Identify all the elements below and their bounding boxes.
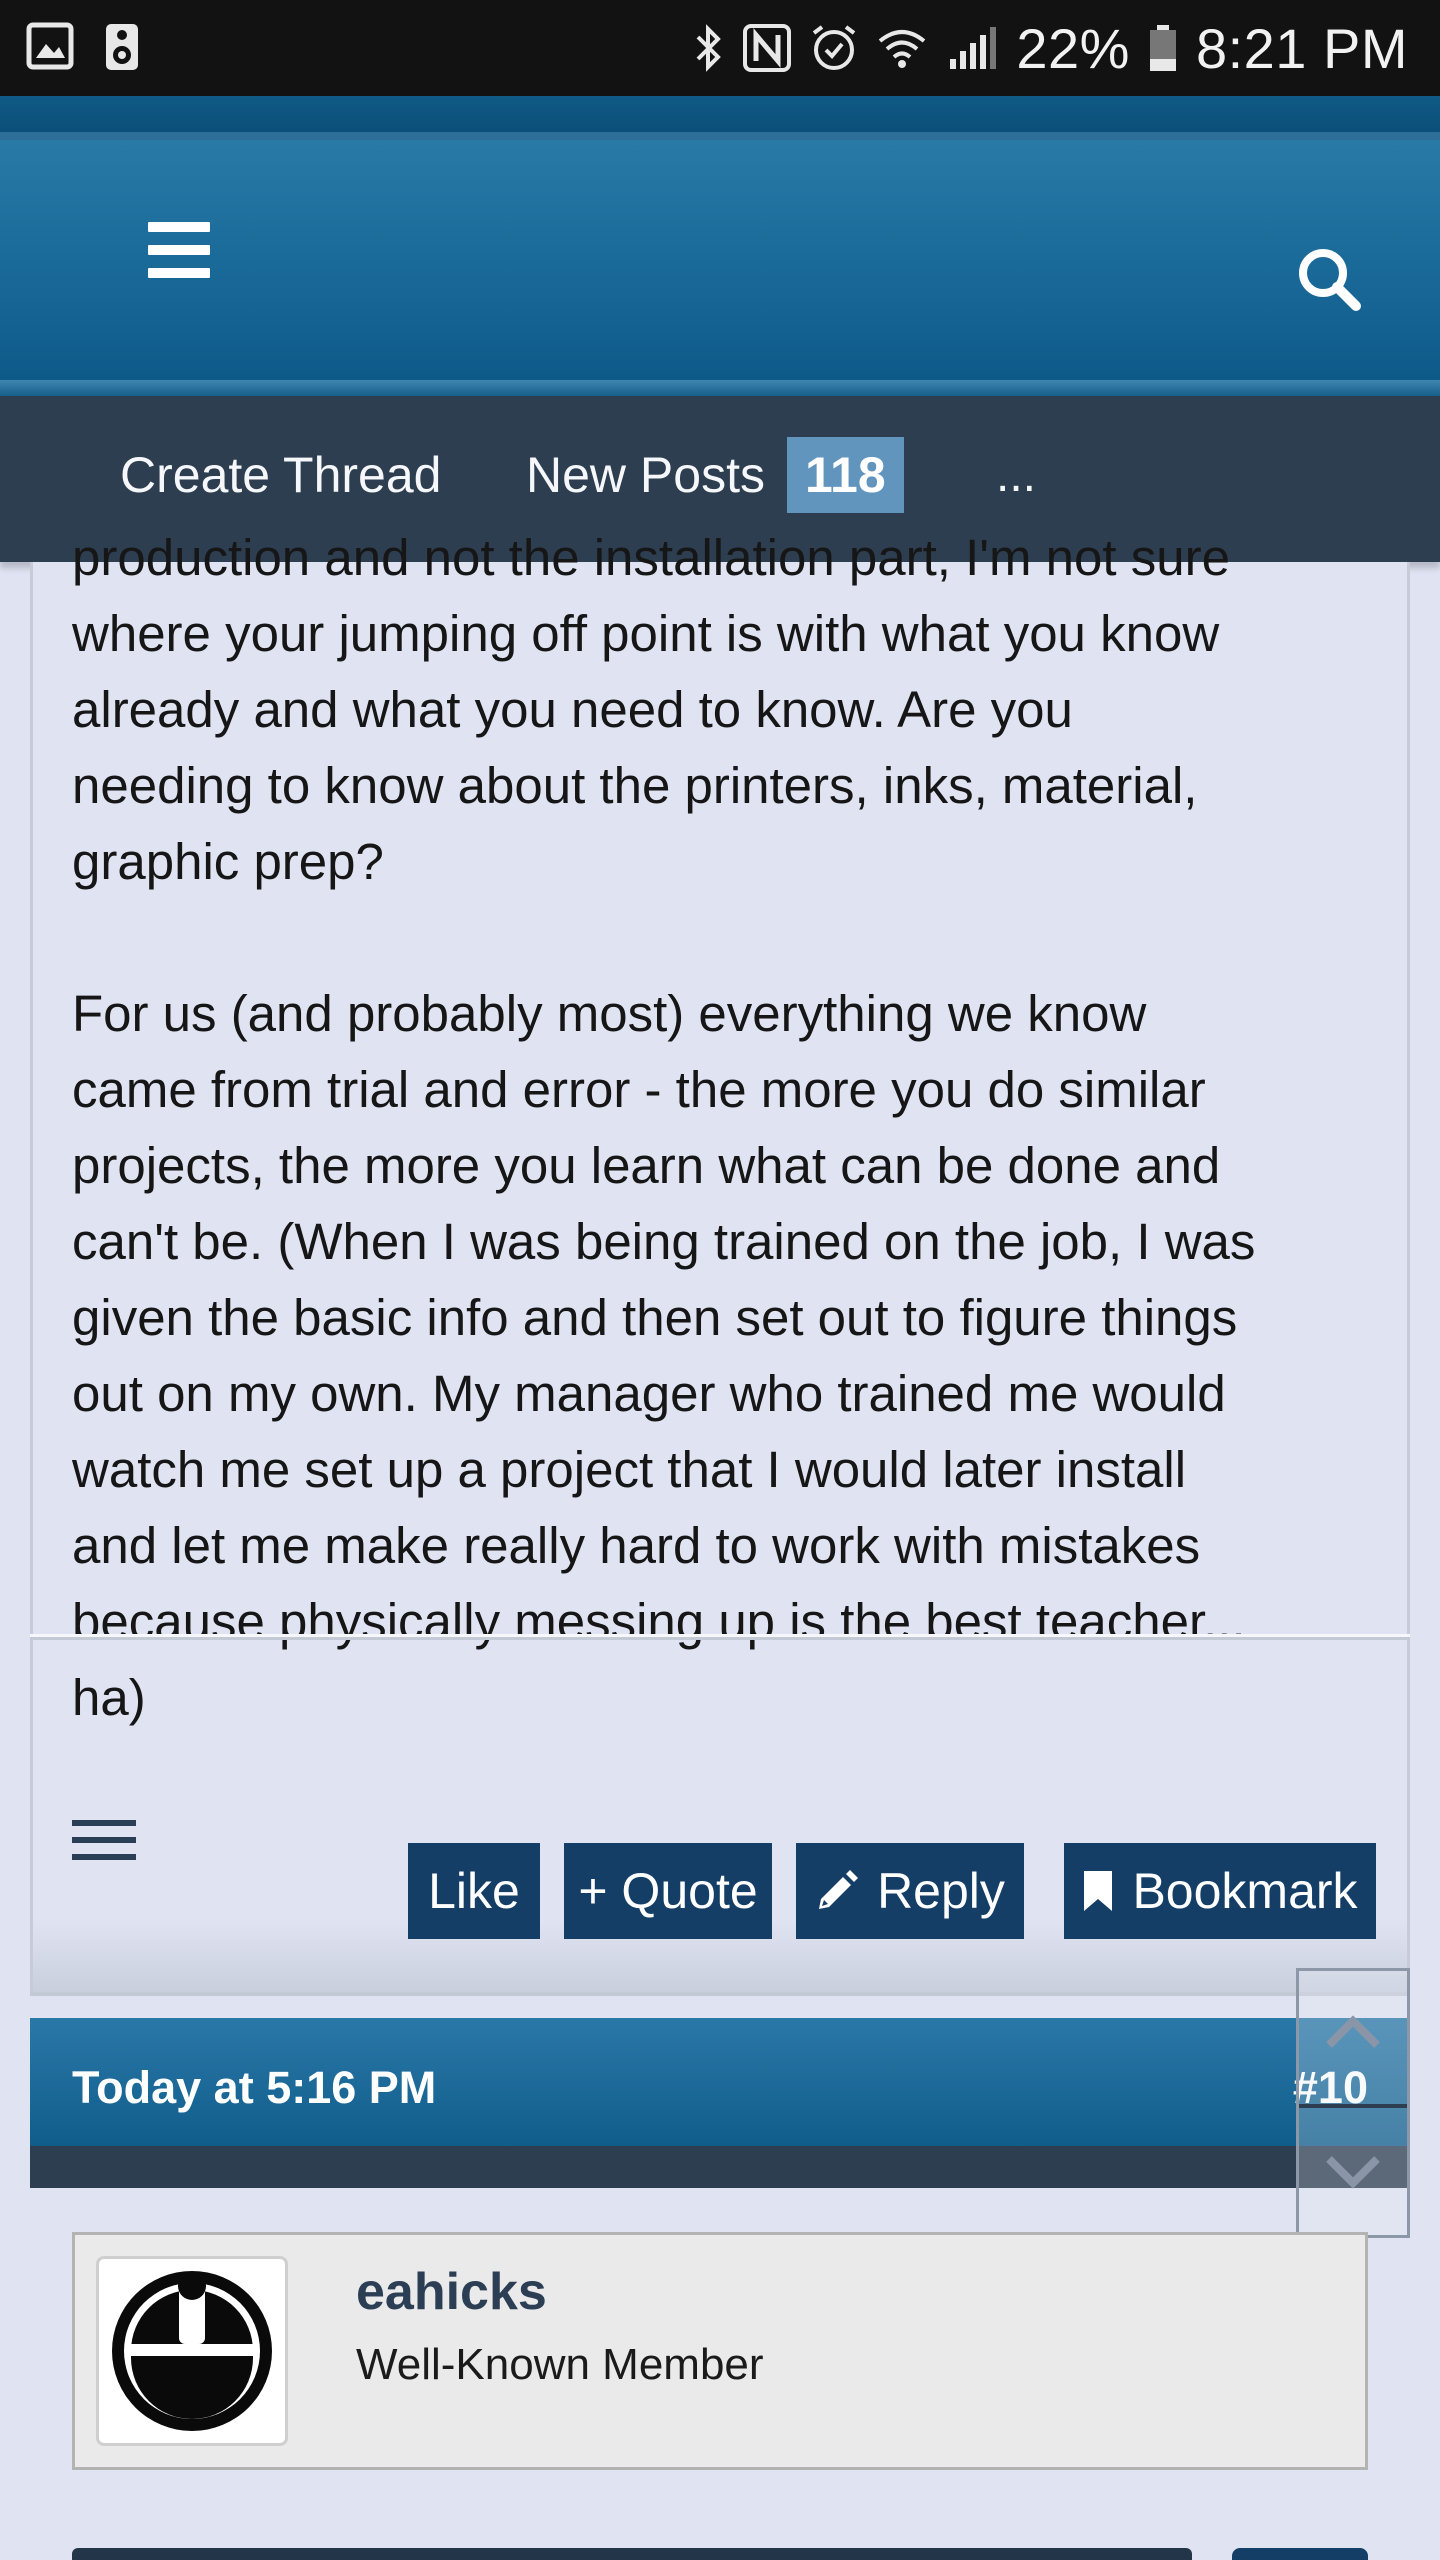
post-line: can't be. (When I was being trained on t… — [72, 1213, 1256, 1270]
post-line: watch me set up a project that I would l… — [72, 1441, 1187, 1498]
battery-percent: 22% — [1016, 16, 1130, 80]
like-button[interactable]: Like — [408, 1843, 540, 1939]
wifi-icon — [879, 30, 926, 68]
user-avatar-logo — [112, 2271, 272, 2431]
post-line: given the basic info and then set out to… — [72, 1289, 1238, 1346]
post-line: projects, the more you learn what can be… — [72, 1137, 1221, 1194]
post-line: because physically messing up is the bes… — [72, 1593, 1246, 1650]
status-bar: 22% 8:21 PM — [0, 0, 1440, 96]
quote-label: + Quote — [578, 1863, 758, 1919]
image-icon — [26, 22, 74, 70]
scroll-nav-widget — [1296, 1968, 1410, 2238]
next-post-button-edge[interactable] — [1232, 2548, 1368, 2560]
header-top-strip — [0, 96, 1440, 132]
post-line: needing to know about the printers, inks… — [72, 757, 1198, 814]
author-title: Well-Known Member — [356, 2340, 764, 2389]
post-line: out on my own. My manager who trained me… — [72, 1365, 1226, 1422]
alarm-icon — [813, 25, 856, 70]
quote-button[interactable]: + Quote — [564, 1843, 772, 1939]
post-line: production and not the installation part… — [72, 529, 1230, 586]
post-body: production and not the installation part… — [72, 520, 1372, 1736]
post-line: came from trial and error - the more you… — [72, 1061, 1206, 1118]
post-divider — [30, 1634, 1410, 1640]
post-bottom-line — [30, 1992, 1410, 1996]
bluetooth-icon — [696, 24, 722, 72]
post-line: where your jumping off point is with wha… — [72, 605, 1220, 662]
bookmark-label: Bookmark — [1132, 1863, 1358, 1919]
battery-icon — [1149, 25, 1176, 71]
post-line: already and what you need to know. Are y… — [72, 681, 1073, 738]
bookmark-button[interactable]: Bookmark — [1064, 1843, 1376, 1939]
reply-button[interactable]: Reply — [796, 1843, 1024, 1939]
signal-icon — [950, 27, 997, 69]
header-divider — [0, 132, 1440, 140]
post-menu-icon[interactable] — [72, 1820, 136, 1864]
app-header — [0, 140, 1440, 380]
post-line: For us (and probably most) everything we… — [72, 985, 1147, 1042]
nfc-icon — [743, 24, 792, 72]
hamburger-menu-icon[interactable] — [148, 222, 210, 278]
post-line: ha) — [72, 1669, 146, 1726]
author-name[interactable]: eahicks — [356, 2262, 547, 2322]
scroll-up-icon[interactable] — [1325, 2011, 1381, 2051]
post-line: and let me make really hard to work with… — [72, 1517, 1201, 1574]
avatar[interactable] — [96, 2256, 288, 2446]
post-line: graphic prep? — [72, 833, 384, 890]
next-post-content-edge — [72, 2548, 1192, 2560]
new-posts-count-badge: 118 — [786, 437, 904, 513]
like-label: Like — [428, 1863, 520, 1919]
pencil-icon — [819, 1870, 859, 1909]
scroll-down-icon[interactable] — [1325, 2153, 1381, 2193]
header-bottom-line — [0, 380, 1440, 396]
reply-label: Reply — [877, 1863, 1005, 1919]
create-thread-label: Create Thread — [120, 447, 442, 503]
clock: 8:21 PM — [1195, 16, 1408, 80]
new-posts-label: New Posts — [526, 447, 765, 503]
search-icon[interactable] — [1296, 246, 1362, 312]
bookmark-icon — [1084, 1871, 1113, 1911]
post-date[interactable]: Today at 5:16 PM — [72, 2028, 436, 2148]
post-header-strip — [30, 2146, 1410, 2188]
speaker-icon — [106, 24, 138, 70]
